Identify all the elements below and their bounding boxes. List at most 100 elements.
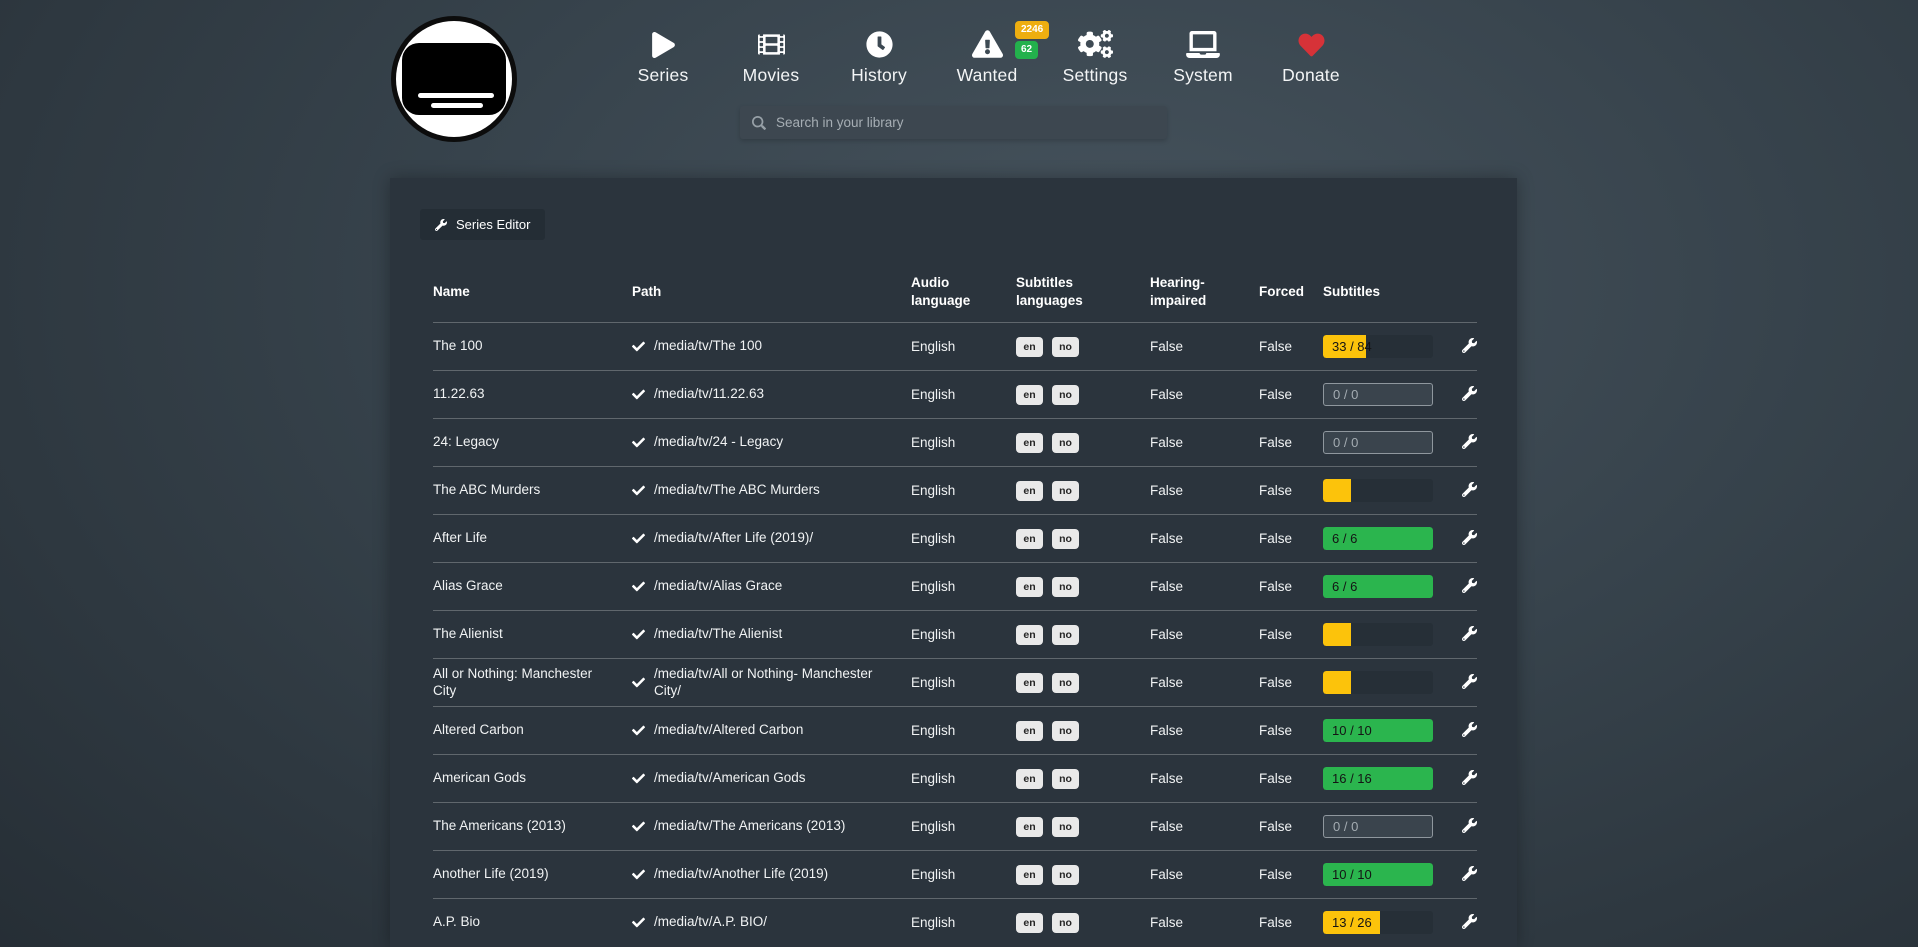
edit-series-button[interactable]: [1460, 480, 1479, 502]
table-header-row: Name Path Audio language Subtitles langu…: [433, 262, 1477, 322]
language-badge: no: [1052, 433, 1079, 453]
language-badge: en: [1016, 625, 1043, 645]
subtitles-progress: 10 / 10: [1323, 719, 1460, 742]
edit-series-button[interactable]: [1460, 816, 1479, 838]
check-icon: [632, 820, 645, 833]
series-path: /media/tv/The Alienist: [632, 626, 911, 643]
hearing-impaired-value: False: [1150, 867, 1259, 882]
header-subtitles: Subtitles: [1323, 283, 1460, 301]
series-path: /media/tv/The ABC Murders: [632, 482, 911, 499]
nav-item-history[interactable]: History: [825, 24, 933, 86]
audio-language: English: [911, 579, 1016, 594]
logo-tv-screen: [402, 43, 506, 115]
forced-value: False: [1259, 579, 1323, 594]
series-editor-button[interactable]: Series Editor: [420, 209, 545, 240]
subtitle-language-badges: enno: [1016, 577, 1150, 597]
path-text: /media/tv/All or Nothing- Manchester Cit…: [654, 666, 897, 700]
series-table: Name Path Audio language Subtitles langu…: [433, 262, 1477, 946]
language-badge: en: [1016, 817, 1043, 837]
edit-series-button[interactable]: [1460, 432, 1479, 454]
nav-item-system[interactable]: System: [1149, 24, 1257, 86]
series-name: A.P. Bio: [433, 914, 632, 931]
wrench-icon: [435, 219, 447, 231]
table-row: American Gods /media/tv/American Gods En…: [433, 754, 1477, 802]
forced-value: False: [1259, 435, 1323, 450]
edit-series-button[interactable]: [1460, 720, 1479, 742]
subtitles-progress: [1323, 671, 1460, 694]
audio-language: English: [911, 435, 1016, 450]
check-icon: [632, 580, 645, 593]
language-badge: no: [1052, 769, 1079, 789]
path-text: /media/tv/American Gods: [654, 770, 806, 787]
language-badge: en: [1016, 481, 1043, 501]
series-name: Another Life (2019): [433, 866, 632, 883]
language-badge: en: [1016, 529, 1043, 549]
header-path: Path: [632, 283, 911, 301]
language-badge: no: [1052, 337, 1079, 357]
edit-series-button[interactable]: [1460, 624, 1479, 646]
series-editor-panel: Series Editor Name Path Audio language S…: [390, 178, 1517, 947]
nav-item-wanted[interactable]: Wanted 2246 62: [933, 24, 1041, 86]
header-audio-language: Audio language: [911, 274, 1016, 310]
subtitle-language-badges: enno: [1016, 625, 1150, 645]
series-path: /media/tv/24 - Legacy: [632, 434, 911, 451]
nav-label: System: [1173, 65, 1233, 86]
hearing-impaired-value: False: [1150, 339, 1259, 354]
forced-value: False: [1259, 339, 1323, 354]
edit-series-button[interactable]: [1460, 528, 1479, 550]
wanted-count-badge-secondary: 62: [1015, 41, 1038, 59]
library-search: [740, 106, 1167, 139]
language-badge: no: [1052, 817, 1079, 837]
hearing-impaired-value: False: [1150, 435, 1259, 450]
language-badge: en: [1016, 337, 1043, 357]
warning-triangle-icon: [972, 24, 1003, 58]
table-row: The Alienist /media/tv/The Alienist Engl…: [433, 610, 1477, 658]
search-input[interactable]: [776, 115, 1155, 130]
series-name: All or Nothing: Manchester City: [433, 666, 632, 700]
edit-series-button[interactable]: [1460, 768, 1479, 790]
bazarr-logo[interactable]: [391, 16, 517, 142]
language-badge: en: [1016, 913, 1043, 933]
audio-language: English: [911, 867, 1016, 882]
forced-value: False: [1259, 867, 1323, 882]
audio-language: English: [911, 531, 1016, 546]
series-path: /media/tv/After Life (2019)/: [632, 530, 911, 547]
table-row: The ABC Murders /media/tv/The ABC Murder…: [433, 466, 1477, 514]
subtitles-progress: 16 / 16: [1323, 767, 1460, 790]
language-badge: en: [1016, 673, 1043, 693]
subtitle-language-badges: enno: [1016, 337, 1150, 357]
nav-label: History: [851, 65, 907, 86]
series-path: /media/tv/The Americans (2013): [632, 818, 911, 835]
check-icon: [632, 388, 645, 401]
edit-series-button[interactable]: [1460, 864, 1479, 886]
language-badge: en: [1016, 385, 1043, 405]
wrench-icon: [1462, 434, 1477, 449]
heart-icon: [1297, 24, 1326, 58]
subtitle-language-badges: enno: [1016, 721, 1150, 741]
path-text: /media/tv/The 100: [654, 338, 762, 355]
edit-series-button[interactable]: [1460, 576, 1479, 598]
edit-series-button[interactable]: [1460, 336, 1479, 358]
wrench-icon: [1462, 914, 1477, 929]
header-hearing-impaired: Hearing-impaired: [1150, 274, 1259, 310]
series-name: The 100: [433, 338, 632, 355]
edit-series-button[interactable]: [1460, 672, 1479, 694]
series-path: /media/tv/Alias Grace: [632, 578, 911, 595]
edit-series-button[interactable]: [1460, 912, 1479, 934]
check-icon: [632, 724, 645, 737]
language-badge: no: [1052, 865, 1079, 885]
language-badge: en: [1016, 865, 1043, 885]
check-icon: [632, 676, 645, 689]
nav-item-donate[interactable]: Donate: [1257, 24, 1365, 86]
path-text: /media/tv/24 - Legacy: [654, 434, 783, 451]
edit-series-button[interactable]: [1460, 384, 1479, 406]
nav-item-movies[interactable]: Movies: [717, 24, 825, 86]
wrench-icon: [1462, 674, 1477, 689]
series-name: Alias Grace: [433, 578, 632, 595]
wrench-icon: [1462, 722, 1477, 737]
wrench-icon: [1462, 866, 1477, 881]
nav-item-settings[interactable]: Settings: [1041, 24, 1149, 86]
check-icon: [632, 772, 645, 785]
nav-item-series[interactable]: Series: [609, 24, 717, 86]
subtitles-progress: 6 / 6: [1323, 527, 1460, 550]
